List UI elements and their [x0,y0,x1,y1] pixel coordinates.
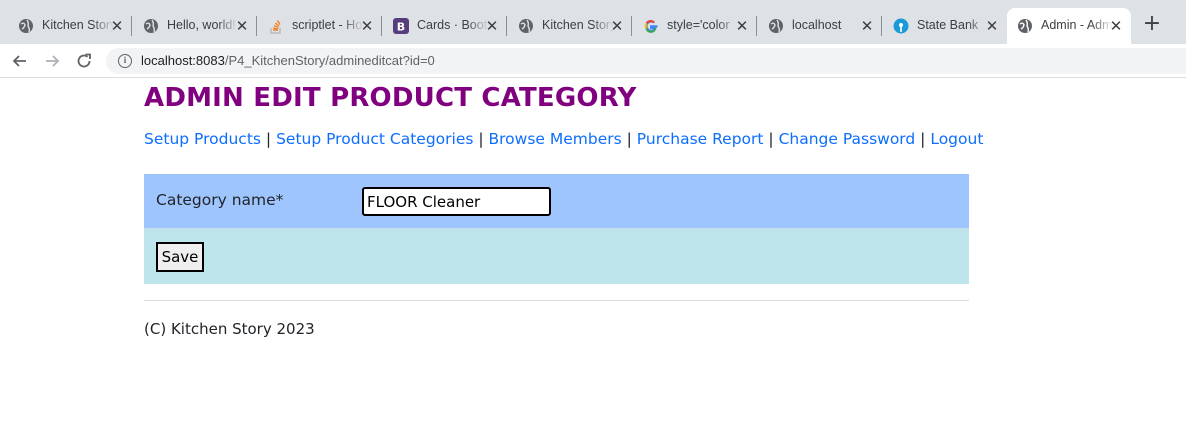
tab-separator [131,16,132,36]
close-icon[interactable]: ✕ [483,17,501,35]
browser-tab[interactable]: B Cards · Bootstrap ✕ [383,8,507,44]
nav-link-change-password[interactable]: Change Password [779,130,916,148]
nav-link-purchase-report[interactable]: Purchase Report [637,130,764,148]
category-name-label: Category name* [156,191,284,209]
browser-tab[interactable]: scriptlet - How ✕ [258,8,382,44]
new-tab-button[interactable]: + [1140,13,1164,37]
close-icon[interactable]: ✕ [233,17,251,35]
tab-separator [506,16,507,36]
browser-tab[interactable]: localhost ✕ [758,8,882,44]
tab-title: scriptlet - How [292,18,364,32]
browser-tab[interactable]: style='color ✕ [633,8,757,44]
browser-tab[interactable]: Kitchen Story ✕ [508,8,632,44]
category-name-input[interactable] [362,187,551,216]
tab-separator [631,16,632,36]
tab-title: Kitchen Story [42,18,114,32]
tab-title: State Bank [917,18,979,32]
svg-text:B: B [397,21,405,34]
save-row: Save [144,229,969,284]
page-title: ADMIN EDIT PRODUCT CATEGORY [144,83,637,113]
nav-link-setup-products[interactable]: Setup Products [144,130,261,148]
nav-link-logout[interactable]: Logout [930,130,983,148]
globe-icon [769,19,783,33]
footer-text: (C) Kitchen Story 2023 [144,320,315,338]
nav-separator: | [473,130,489,148]
tab-strip: Kitchen Story ✕ Hello, world! ✕ scriptle… [0,0,1186,44]
url-text: localhost:8083/P4_KitchenStory/adminedit… [141,53,435,68]
tab-separator [381,16,382,36]
globe-icon [1018,19,1032,33]
nav-link-setup-product-categories[interactable]: Setup Product Categories [276,130,473,148]
info-icon[interactable]: i [118,54,132,68]
nav-link-browse-members[interactable]: Browse Members [489,130,622,148]
close-icon[interactable]: ✕ [983,17,1001,35]
tab-title: style='color [667,18,730,32]
category-form: Category name* Save [144,174,969,284]
tab-separator [881,16,882,36]
close-icon[interactable]: ✕ [733,17,751,35]
url-path: /P4_KitchenStory/admineditcat?id=0 [224,53,435,68]
browser-tab[interactable]: Hello, world! ✕ [133,8,257,44]
close-icon[interactable]: ✕ [358,17,376,35]
tab-title: Kitchen Story [542,18,614,32]
close-icon[interactable]: ✕ [1107,17,1125,35]
footer-divider [144,300,969,301]
google-icon [644,20,658,33]
globe-icon [519,19,533,33]
browser-tab[interactable]: Kitchen Story ✕ [8,8,132,44]
tab-title: Hello, world! [167,18,236,32]
globe-icon [19,19,33,33]
admin-nav: Setup Products | Setup Product Categorie… [144,130,983,148]
reload-icon[interactable] [74,51,94,71]
url-host: localhost:8083 [141,53,225,68]
browser-tab[interactable]: State Bank ✕ [883,8,1007,44]
close-icon[interactable]: ✕ [858,17,876,35]
forward-arrow-icon[interactable] [42,51,62,71]
nav-separator: | [763,130,779,148]
tab-title: localhost [792,18,842,32]
close-icon[interactable]: ✕ [108,17,126,35]
address-bar[interactable]: i localhost:8083/P4_KitchenStory/admined… [106,48,1186,74]
close-icon[interactable]: ✕ [608,17,626,35]
tab-separator [256,16,257,36]
save-button[interactable]: Save [156,242,204,272]
nav-separator: | [260,130,277,148]
nav-separator: | [621,130,637,148]
back-arrow-icon[interactable] [10,51,30,71]
browser-tab-active[interactable]: Admin - Admin ✕ [1007,8,1131,44]
globe-icon [144,19,158,33]
tab-title: Admin - Admin [1041,18,1113,32]
stackoverflow-icon [270,20,281,34]
sbi-icon [893,18,909,34]
tab-title: Cards · Bootstrap [417,18,489,32]
browser-toolbar: i localhost:8083/P4_KitchenStory/admined… [0,44,1186,78]
bootstrap-icon: B [393,18,409,34]
tab-separator [756,16,757,36]
category-name-row: Category name* [144,174,969,229]
nav-separator: | [915,130,931,148]
